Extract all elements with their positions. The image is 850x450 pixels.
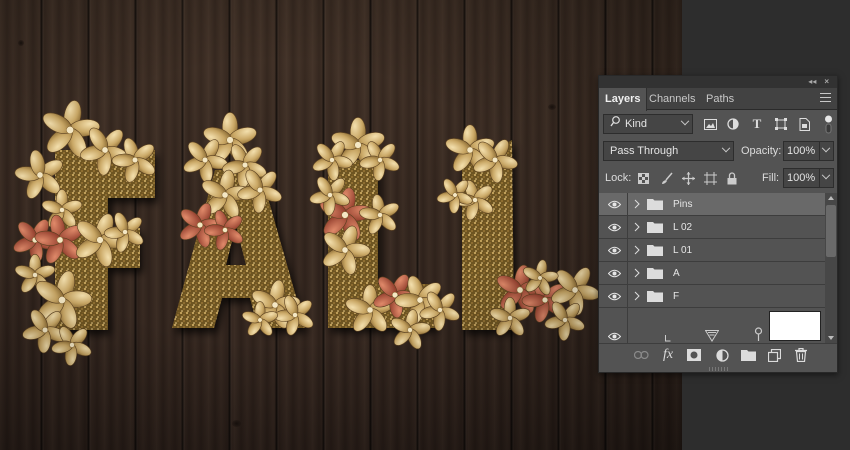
fill-label: Fill: — [762, 172, 780, 184]
layer-name: A — [673, 268, 680, 279]
layer-row-fill[interactable] — [599, 308, 825, 343]
lock-artboard-icon[interactable] — [703, 171, 717, 185]
document-canvas[interactable] — [0, 0, 682, 450]
add-mask-icon[interactable] — [686, 347, 702, 363]
adjustment-layer-icon[interactable] — [714, 347, 730, 363]
layer-name: Pins — [673, 199, 693, 210]
eye-icon[interactable] — [607, 332, 622, 343]
delete-icon[interactable] — [793, 347, 809, 363]
chevron-right-icon[interactable] — [634, 245, 640, 258]
shape-filter-icon[interactable] — [774, 117, 788, 131]
scroll-up-icon[interactable] — [828, 196, 834, 200]
link-layers-icon[interactable] — [633, 347, 649, 363]
layer-row-pins[interactable]: Pins — [599, 193, 825, 216]
filter-row: Kind T — [599, 114, 837, 136]
pixel-filter-icon[interactable] — [703, 117, 717, 131]
panel-menu-icon[interactable] — [820, 93, 831, 104]
folder-icon — [647, 221, 663, 236]
canvas-vignette — [0, 0, 682, 450]
chevron-right-icon[interactable] — [634, 222, 640, 235]
fill-input[interactable]: 100% — [783, 168, 834, 188]
tab-paths[interactable]: Paths — [706, 88, 734, 110]
fx-icon[interactable]: fx — [660, 347, 676, 363]
lock-position-icon[interactable] — [681, 171, 695, 185]
layers-list[interactable]: Pins L 02 L 01 A F — [599, 193, 825, 343]
lock-label: Lock: — [605, 172, 632, 184]
layer-row-f[interactable]: F — [599, 285, 825, 308]
gradient-fill-icon — [704, 330, 720, 343]
scroll-down-icon[interactable] — [828, 336, 834, 340]
chevron-down-icon — [680, 116, 690, 126]
lock-image-icon[interactable] — [660, 171, 674, 185]
panel-tabs: Layers Channels Paths — [599, 88, 837, 111]
tab-layers[interactable]: Layers — [599, 88, 648, 111]
eye-icon[interactable] — [607, 223, 622, 235]
layer-name: F — [673, 291, 680, 302]
layer-row-l02[interactable]: L 02 — [599, 216, 825, 239]
panel-resize-grip[interactable] — [709, 367, 729, 371]
layer-mask-thumbnail[interactable] — [769, 311, 821, 341]
lock-all-icon[interactable] — [725, 171, 739, 185]
chevron-right-icon[interactable] — [634, 268, 640, 281]
folder-icon — [647, 290, 663, 305]
type-filter-icon[interactable]: T — [750, 116, 764, 131]
layers-scrollbar[interactable] — [825, 193, 837, 343]
tab-channels[interactable]: Channels — [649, 88, 695, 110]
chevron-right-icon[interactable] — [634, 291, 640, 304]
new-layer-icon[interactable] — [766, 347, 782, 363]
fill-value: 100% — [787, 172, 816, 184]
lock-row: Lock: Fill: 100% — [599, 168, 837, 190]
opacity-label: Opacity: — [741, 145, 782, 157]
folder-icon — [647, 244, 663, 259]
chevron-right-icon[interactable] — [634, 199, 640, 212]
smart-object-filter-icon[interactable] — [797, 117, 811, 131]
filter-toggle-icon[interactable] — [823, 114, 833, 134]
panel-footer: fx — [599, 343, 837, 365]
layer-link-icon[interactable] — [754, 327, 763, 343]
double-chevron-left-icon[interactable]: ◂◂ — [808, 76, 816, 88]
panel-collapse-bar[interactable]: ◂◂ × — [599, 76, 837, 88]
layer-name: L 02 — [673, 222, 693, 233]
eye-icon[interactable] — [607, 269, 622, 281]
opacity-value: 100% — [787, 145, 816, 157]
search-icon — [610, 115, 621, 133]
adjustment-filter-icon[interactable] — [726, 117, 740, 131]
folder-icon — [647, 198, 663, 213]
layers-panel: ◂◂ × Layers Channels Paths Kind T Pass T… — [598, 75, 838, 373]
folder-icon — [647, 267, 663, 282]
opacity-input[interactable]: 100% — [783, 141, 834, 161]
blend-mode-value: Pass Through — [610, 145, 679, 157]
lock-transparent-icon[interactable] — [637, 172, 649, 184]
layer-row-l01[interactable]: L 01 — [599, 239, 825, 262]
clip-indicator-icon — [665, 334, 671, 343]
eye-icon[interactable] — [607, 200, 622, 212]
blend-mode-select[interactable]: Pass Through — [603, 141, 734, 161]
eye-icon[interactable] — [607, 246, 622, 258]
filter-kind-select[interactable]: Kind — [603, 114, 693, 134]
close-icon[interactable]: × — [824, 76, 829, 88]
scroll-thumb[interactable] — [826, 205, 836, 257]
layer-name: L 01 — [673, 245, 693, 256]
new-group-icon[interactable] — [740, 347, 756, 363]
filter-kind-label: Kind — [625, 118, 648, 130]
chevron-down-icon — [721, 143, 731, 153]
blend-row: Pass Through Opacity: 100% — [599, 141, 837, 163]
layer-row-a[interactable]: A — [599, 262, 825, 285]
eye-icon[interactable] — [607, 292, 622, 304]
